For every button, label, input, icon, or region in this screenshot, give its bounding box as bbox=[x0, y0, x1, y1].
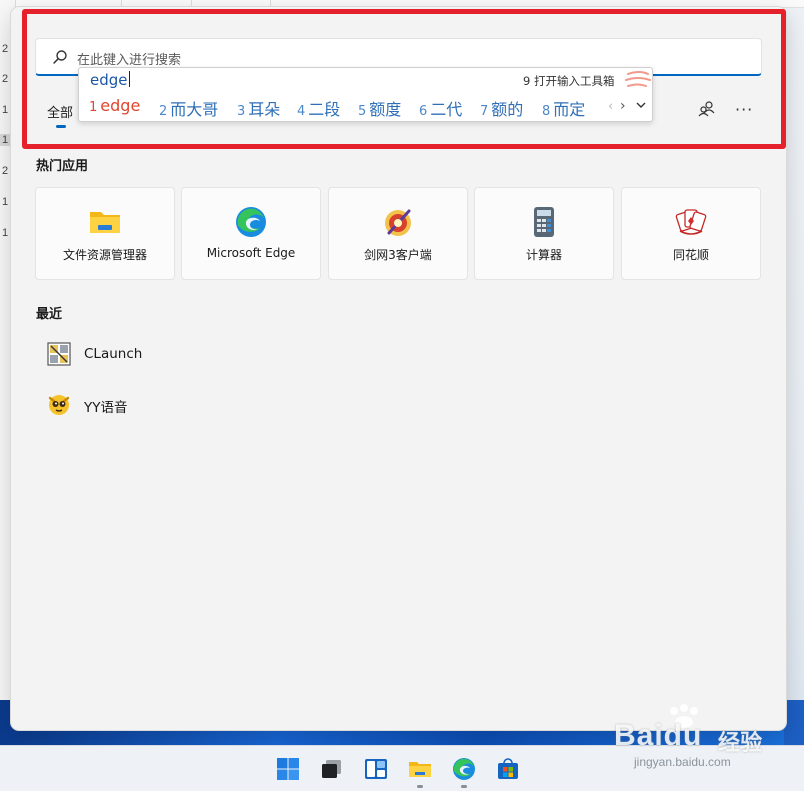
recent-item-claunch[interactable]: CLaunch bbox=[47, 338, 347, 370]
popular-apps-title: 热门应用 bbox=[36, 159, 89, 174]
calculator-icon bbox=[534, 207, 554, 237]
annotation-highlight-frame bbox=[22, 9, 786, 149]
row-number: 1 bbox=[2, 196, 9, 208]
row-number: 2 bbox=[2, 165, 9, 177]
tonghuashun-icon bbox=[675, 209, 707, 235]
app-label: Microsoft Edge bbox=[206, 246, 296, 260]
widgets-icon[interactable] bbox=[364, 757, 388, 781]
app-tile-jx3[interactable]: 剑网3客户端 bbox=[328, 187, 468, 280]
yy-icon bbox=[48, 395, 70, 415]
edge-icon[interactable] bbox=[452, 757, 476, 781]
app-label: 文件资源管理器 bbox=[62, 248, 147, 262]
store-icon[interactable] bbox=[496, 757, 520, 781]
file-explorer-icon[interactable] bbox=[408, 757, 432, 781]
running-indicator bbox=[417, 785, 423, 788]
app-tile-edge[interactable]: Microsoft Edge bbox=[181, 187, 321, 280]
claunch-icon bbox=[47, 342, 71, 366]
edge-icon bbox=[236, 207, 266, 237]
row-number: 1 bbox=[2, 104, 9, 116]
recent-label: YY语音 bbox=[84, 400, 128, 416]
app-label: 同花顺 bbox=[672, 248, 709, 262]
folder-icon bbox=[90, 212, 120, 233]
app-label: 剑网3客户端 bbox=[364, 248, 432, 262]
recent-title: 最近 bbox=[36, 307, 63, 322]
windows-start-icon[interactable] bbox=[276, 757, 300, 781]
app-tile-tonghuashun[interactable]: 同花顺 bbox=[621, 187, 761, 280]
jx3-icon bbox=[385, 209, 411, 236]
taskbar bbox=[0, 745, 804, 791]
row-number: 2 bbox=[2, 73, 9, 85]
app-tile-calculator[interactable]: 计算器 bbox=[474, 187, 614, 280]
app-label: 计算器 bbox=[525, 248, 562, 262]
task-view-icon[interactable] bbox=[320, 757, 344, 781]
recent-label: CLaunch bbox=[84, 346, 143, 362]
wallpaper-edge bbox=[784, 700, 804, 745]
app-tile-file-explorer[interactable]: 文件资源管理器 bbox=[35, 187, 175, 280]
running-indicator bbox=[461, 785, 467, 788]
row-number: 2 bbox=[2, 43, 9, 55]
recent-item-yy[interactable]: YY语音 bbox=[47, 388, 347, 420]
row-number: 1 bbox=[2, 227, 9, 239]
